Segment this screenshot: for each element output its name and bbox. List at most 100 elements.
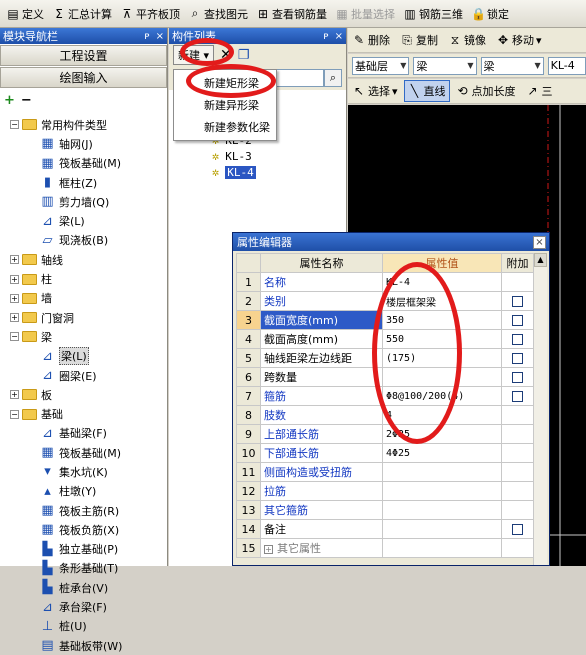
list-item[interactable]: ✲ KL-3 xyxy=(212,148,256,164)
table-row[interactable]: 7 箍筋 Φ8@100/200(4) xyxy=(236,386,534,406)
tree-item[interactable]: ⊿ 基础梁(F) xyxy=(0,424,168,443)
table-row[interactable]: 15 + 其它属性 xyxy=(236,538,534,558)
expand-icon[interactable]: + xyxy=(10,313,19,323)
tree-item[interactable]: ⊿ 圈梁(E) xyxy=(0,366,168,385)
property-value[interactable]: Φ8@100/200(4) xyxy=(382,386,502,406)
property-value[interactable] xyxy=(382,462,502,482)
extra-checkbox[interactable] xyxy=(512,372,523,383)
subtype-select[interactable]: 梁 ▼ xyxy=(480,56,544,75)
expand-icon[interactable]: + xyxy=(264,544,273,554)
close-icon[interactable]: × xyxy=(335,31,343,42)
batch-select-button[interactable]: ▦ 批量选择 xyxy=(331,3,399,25)
tree-item[interactable]: ▦ 筏板负筋(X) xyxy=(0,520,168,539)
table-row[interactable]: 14 备注 xyxy=(236,519,534,539)
copy-icon[interactable]: ❐ xyxy=(238,48,250,63)
tree-item[interactable]: ▙ 条形基础(T) xyxy=(0,559,168,578)
extra-checkbox[interactable] xyxy=(512,296,523,307)
table-row[interactable]: 13 其它箍筋 xyxy=(236,500,534,520)
type-select[interactable]: 梁 ▼ xyxy=(413,56,477,75)
tree-folder[interactable]: + 板 xyxy=(0,385,168,404)
summary-calc-button[interactable]: Σ 汇总计算 xyxy=(48,3,116,25)
property-value[interactable]: 350 xyxy=(382,310,502,330)
table-row[interactable]: 8 肢数 4 xyxy=(236,405,534,425)
delete-icon[interactable]: ✕ xyxy=(220,47,232,63)
table-row[interactable]: 11 侧面构造或受扭筋 xyxy=(236,462,534,482)
component-name-select[interactable]: KL-4 xyxy=(547,56,586,75)
extra-checkbox[interactable] xyxy=(512,353,523,364)
line-button[interactable]: ╲ 直线 xyxy=(403,80,450,102)
tree-folder[interactable]: − 常用构件类型 xyxy=(0,115,168,134)
tree-folder[interactable]: − 基础 xyxy=(0,404,168,423)
extra-checkbox[interactable] xyxy=(512,334,523,345)
tree-item[interactable]: ▦ 轴网(J) xyxy=(0,134,168,153)
drawing-input-button[interactable]: 绘图输入 xyxy=(0,67,167,88)
menu-item-new-rect-beam[interactable]: 新建矩形梁 xyxy=(174,72,276,94)
move-button[interactable]: ✥ 移动 ▾ xyxy=(492,29,546,51)
tree-item[interactable]: ▤ 基础板带(W) xyxy=(0,636,168,655)
pin-icon[interactable]: ᴘ xyxy=(323,31,328,42)
table-row[interactable]: 5 轴线距梁左边线距 (175) xyxy=(236,348,534,368)
table-row[interactable]: 10 下部通长筋 4Φ25 xyxy=(236,443,534,463)
layer-select[interactable]: 基础层 ▼ xyxy=(352,56,410,75)
expand-icon[interactable]: + xyxy=(10,293,19,303)
tree-folder[interactable]: − 梁 xyxy=(0,327,168,346)
property-value[interactable] xyxy=(382,538,502,558)
property-value[interactable]: 4 xyxy=(382,405,502,425)
tree-folder[interactable]: + 门窗洞 xyxy=(0,308,168,327)
point-length-button[interactable]: ⟲ 点加长度 xyxy=(452,80,520,102)
expand-icon[interactable]: + xyxy=(10,255,19,265)
tree-item[interactable]: ▮ 框柱(Z) xyxy=(0,173,168,192)
new-button[interactable]: 新建 ▾ xyxy=(173,45,215,65)
pin-icon[interactable]: ᴘ xyxy=(144,31,149,42)
property-value[interactable]: (175) xyxy=(382,348,502,368)
tree-item[interactable]: ⊿ 承台梁(F) xyxy=(0,597,168,616)
tree-folder[interactable]: + 墙 xyxy=(0,289,168,308)
mirror-button[interactable]: ⧖ 镜像 xyxy=(444,29,490,51)
table-row[interactable]: 12 拉筋 xyxy=(236,481,534,501)
tree-item[interactable]: ▥ 剪力墙(Q) xyxy=(0,192,168,211)
expand-all-icon[interactable]: + xyxy=(4,93,15,108)
property-value[interactable] xyxy=(382,500,502,520)
tree-item[interactable]: ▦ 筏板基础(M) xyxy=(0,154,168,173)
property-value[interactable]: KL-4 xyxy=(382,272,502,292)
tree-folder[interactable]: + 轴线 xyxy=(0,250,168,269)
scroll-up-icon[interactable]: ▲ xyxy=(534,253,547,267)
find-element-button[interactable]: ⌕ 查找图元 xyxy=(184,3,252,25)
property-value[interactable]: 4Φ25 xyxy=(382,443,502,463)
list-item[interactable]: ✲ KL-4 xyxy=(212,164,256,180)
tree-item[interactable]: ⊥ 桩(U) xyxy=(0,617,168,636)
property-value[interactable]: 楼层框架梁 xyxy=(382,291,502,311)
property-value[interactable] xyxy=(382,367,502,387)
tree-item[interactable]: ▾ 集水坑(K) xyxy=(0,462,168,481)
tree-folder[interactable]: + 柱 xyxy=(0,269,168,288)
table-row[interactable]: 6 跨数量 xyxy=(236,367,534,387)
tree-item[interactable]: ▦ 筏板主筋(R) xyxy=(0,501,168,520)
extra-checkbox[interactable] xyxy=(512,524,523,535)
scrollbar[interactable]: ▲ xyxy=(533,253,547,565)
close-icon[interactable]: × xyxy=(156,31,164,42)
copy-button[interactable]: ⎘ 复制 xyxy=(396,29,442,51)
tree-item[interactable]: ▦ 筏板基础(M) xyxy=(0,443,168,462)
collapse-icon[interactable]: − xyxy=(10,120,19,130)
expand-icon[interactable]: + xyxy=(10,390,19,400)
tree-item[interactable]: ⊿ 梁(L) xyxy=(0,347,168,366)
menu-item-new-shaped-beam[interactable]: 新建异形梁 xyxy=(174,94,276,116)
table-row[interactable]: 2 类别 楼层框架梁 xyxy=(236,291,534,311)
table-row[interactable]: 9 上部通长筋 2Φ25 xyxy=(236,424,534,444)
three-point-button[interactable]: ↗ 三 xyxy=(522,80,557,102)
table-row[interactable]: 3 截面宽度(mm) 350 xyxy=(236,310,534,330)
tree-item[interactable]: ▴ 柱墩(Y) xyxy=(0,482,168,501)
project-settings-button[interactable]: 工程设置 xyxy=(0,45,167,66)
table-row[interactable]: 1 名称 KL-4 xyxy=(236,272,534,292)
select-button[interactable]: ↖ 选择 ▾ xyxy=(348,80,402,102)
close-icon[interactable]: × xyxy=(533,235,546,249)
tree-item[interactable]: ▙ 桩承台(V) xyxy=(0,578,168,597)
align-top-button[interactable]: ⊼ 平齐板顶 xyxy=(116,3,184,25)
extra-checkbox[interactable] xyxy=(512,391,523,402)
property-value[interactable] xyxy=(382,519,502,539)
property-value[interactable]: 2Φ25 xyxy=(382,424,502,444)
tree-item[interactable]: ▱ 现浇板(B) xyxy=(0,231,168,250)
tree-item[interactable]: ▙ 独立基础(P) xyxy=(0,540,168,559)
tree-item[interactable]: ⊿ 梁(L) xyxy=(0,211,168,230)
define-button[interactable]: ▤ 定义 xyxy=(2,3,48,25)
